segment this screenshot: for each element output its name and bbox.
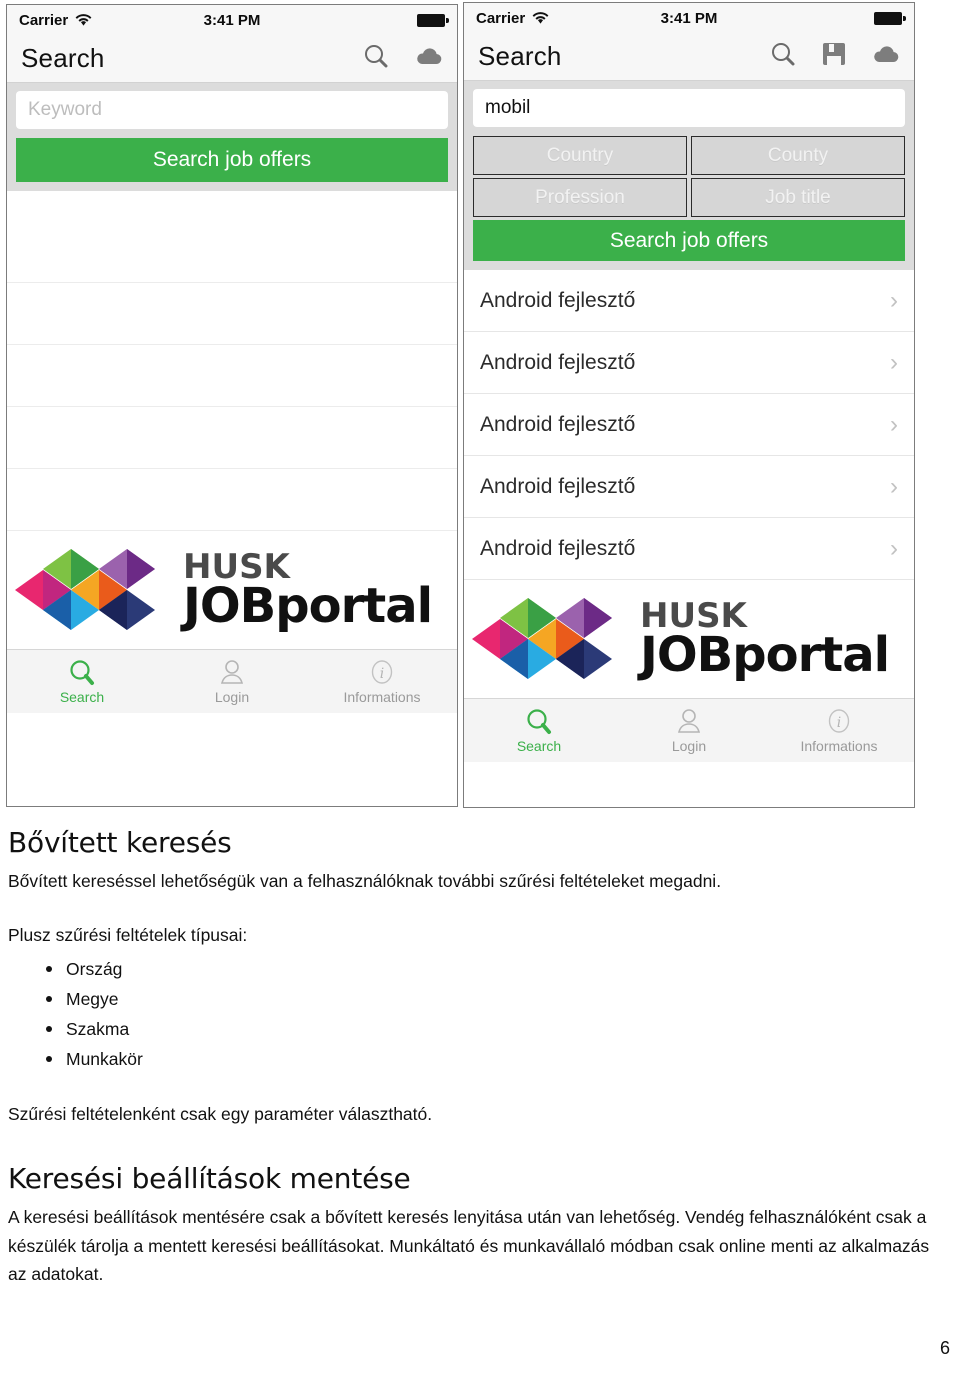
battery-full-icon [417,13,449,27]
job-title: Android fejlesztő [480,288,636,312]
list-item[interactable] [7,469,457,531]
job-title: Android fejlesztő [480,412,636,436]
document-body: Bővített keresés Bővített kereséssel leh… [8,826,952,1288]
right-nav-icons [770,41,900,72]
tab-search[interactable]: Search [7,650,157,713]
svg-text:i: i [837,715,841,731]
job-title: Android fejlesztő [480,350,636,374]
list-item: Munkakör [8,1044,952,1074]
document-page: Carrier 3:41 PM Search Keyword Search jo… [0,0,960,1385]
brand-wordmark: HUSK JOBportal [183,550,433,634]
list-item: Megye [8,984,952,1014]
person-icon [677,709,701,733]
filter-country-button[interactable]: Country [473,136,687,175]
status-time: 3:41 PM [660,9,718,27]
left-nav-icons [363,43,443,74]
intro-paragraph: Bővített kereséssel lehetőségük van a fe… [8,871,722,891]
cloud-icon[interactable] [872,44,900,69]
table-row[interactable]: Android fejlesztő › [464,332,914,394]
right-phone-screenshot: Carrier 3:41 PM Search mobil Country Cou… [463,2,915,808]
info-icon: i [828,709,850,733]
table-row[interactable]: Android fejlesztő › [464,518,914,580]
tab-search-label: Search [516,738,562,754]
right-result-list: Android fejlesztő › Android fejlesztő › … [464,270,914,580]
right-tab-bar: Search Login i Informations [464,698,914,762]
chevron-right-icon: › [890,472,898,500]
nav-title: Search [478,41,562,71]
left-status-bar: Carrier 3:41 PM [7,5,457,35]
husk-diamond-logo-icon [15,549,155,630]
single-parameter-note: Szűrési feltételenként csak egy paraméte… [8,1104,433,1125]
search-icon[interactable] [363,43,389,74]
tab-login-label: Login [214,689,250,705]
right-nav-bar: Search [464,33,914,81]
right-search-panel: mobil Country County Profession Job titl… [464,81,914,270]
battery-full-icon [874,11,906,25]
tab-search-label: Search [59,689,105,705]
brand-jobportal: JOBportal [640,626,890,683]
filter-types-list: Ország Megye Szakma Munkakör [8,954,952,1074]
table-row[interactable]: Android fejlesztő › [464,270,914,332]
status-time: 3:41 PM [203,11,261,29]
brand-wordmark: HUSK JOBportal [640,599,890,683]
tab-login[interactable]: Login [614,699,764,762]
list-item[interactable] [7,345,457,407]
left-tab-bar: Search Login i Informations [7,649,457,713]
filter-profession-button[interactable]: Profession [473,178,687,217]
search-input[interactable]: Keyword [16,91,448,129]
list-item: Szakma [8,1014,952,1044]
list-item: Ország [8,954,952,984]
brand-jobportal: JOBportal [183,577,433,634]
tab-informations-label: Informations [800,738,878,754]
svg-text:i: i [380,666,384,682]
right-brand-logo: HUSK JOBportal [464,580,914,698]
table-row[interactable]: Android fejlesztő › [464,456,914,518]
page-number: 6 [939,1338,950,1358]
list-intro: Plusz szűrési feltételek típusai: [8,925,248,946]
right-status-bar: Carrier 3:41 PM [464,3,914,33]
job-title: Android fejlesztő [480,536,636,560]
screenshot-collage: Carrier 3:41 PM Search Keyword Search jo… [0,0,960,815]
list-item[interactable] [7,221,457,283]
list-item[interactable] [7,407,457,469]
person-icon [220,660,244,684]
page-title: Bővített keresés [8,826,232,859]
job-title: Android fejlesztő [480,474,636,498]
save-settings-paragraph: A keresési beállítások mentésére csak a … [8,1207,930,1285]
left-phone-screenshot: Carrier 3:41 PM Search Keyword Search jo… [6,4,458,807]
search-input[interactable]: mobil [473,89,905,127]
search-job-offers-button[interactable]: Search job offers [16,138,448,182]
filter-button-grid: Country County Profession Job title [473,136,905,217]
tab-login-label: Login [671,738,707,754]
chevron-right-icon: › [890,534,898,562]
left-search-panel: Keyword Search job offers [7,83,457,191]
filter-county-button[interactable]: County [691,136,905,175]
left-nav-bar: Search [7,35,457,83]
cloud-icon[interactable] [415,46,443,71]
tab-informations-label: Informations [343,689,421,705]
search-job-offers-button[interactable]: Search job offers [473,220,905,261]
table-row[interactable]: Android fejlesztő › [464,394,914,456]
tab-informations[interactable]: i Informations [764,699,914,762]
section-title-save-settings: Keresési beállítások mentése [8,1162,411,1196]
search-icon [527,709,551,734]
search-icon [70,660,94,685]
chevron-right-icon: › [890,348,898,376]
left-brand-logo: HUSK JOBportal [7,531,457,649]
save-icon[interactable] [822,42,846,71]
search-icon[interactable] [770,41,796,72]
chevron-right-icon: › [890,410,898,438]
nav-title: Search [21,43,105,73]
tab-search[interactable]: Search [464,699,614,762]
info-icon: i [371,660,393,684]
list-item[interactable] [7,283,457,345]
chevron-right-icon: › [890,286,898,314]
tab-informations[interactable]: i Informations [307,650,457,713]
filter-job-title-button[interactable]: Job title [691,178,905,217]
husk-diamond-logo-icon [472,598,612,679]
left-result-list [7,191,457,531]
tab-login[interactable]: Login [157,650,307,713]
